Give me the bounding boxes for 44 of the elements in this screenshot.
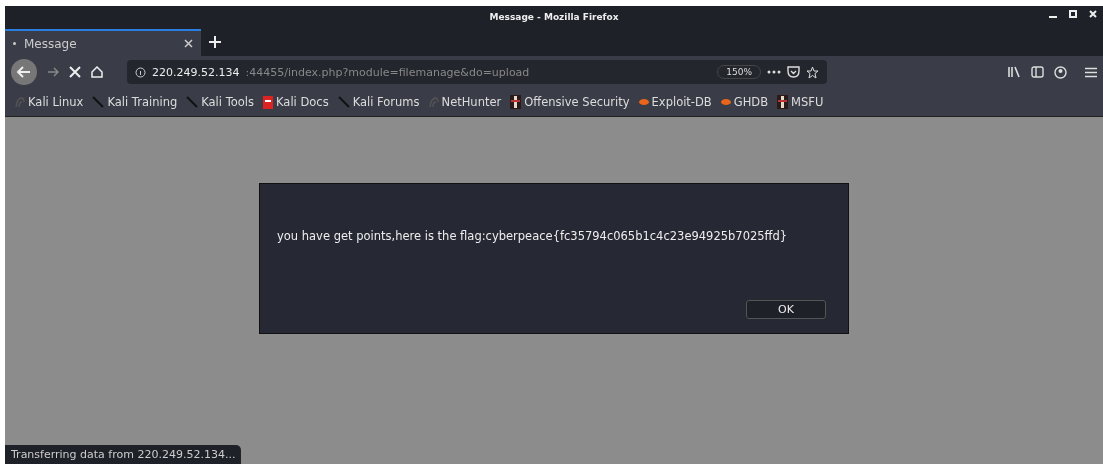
window-title: Message - Mozilla Firefox: [489, 12, 619, 22]
back-icon[interactable]: [11, 59, 37, 85]
bookmark[interactable]: Kali Docs: [263, 95, 329, 109]
more-icon[interactable]: [767, 70, 781, 74]
url-host: 220.249.52.134: [152, 65, 240, 79]
star-icon[interactable]: [806, 65, 819, 79]
account-icon[interactable]: [1054, 65, 1067, 79]
bookmark[interactable]: GHDB: [720, 95, 769, 109]
tower-icon: [777, 95, 789, 109]
pocket-icon[interactable]: [787, 66, 800, 78]
bookmark[interactable]: Exploit-DB: [638, 95, 712, 109]
bookmark[interactable]: Kali Forums: [337, 95, 420, 109]
status-bar: Transferring data from 220.249.52.134...: [5, 445, 242, 464]
dragon-icon: [15, 96, 25, 108]
sidebar-icon[interactable]: [1031, 66, 1044, 78]
home-icon[interactable]: [91, 66, 103, 78]
address-bar[interactable]: 220.249.52.134 :44455/index.php?module=filemanage&do=upload 150%: [127, 60, 827, 84]
bookmark[interactable]: Offensive Security: [510, 95, 630, 109]
bug-icon: [638, 98, 649, 106]
menu-icon[interactable]: [1085, 66, 1097, 78]
bookmark[interactable]: Kali Training: [92, 95, 178, 109]
browser-tab[interactable]: Message: [5, 29, 201, 56]
library-icon[interactable]: [1008, 66, 1021, 78]
tool-icon: [92, 96, 105, 108]
maximize-icon[interactable]: [1069, 10, 1077, 18]
stop-icon[interactable]: [69, 66, 81, 78]
bug-icon: [720, 98, 731, 106]
dialog-message: you have get points,here is the flag:cyberpeace{fc35794c065b1c4c23e94925b7025ffd}: [277, 229, 789, 245]
bookmark[interactable]: Kali Tools: [186, 95, 254, 109]
new-tab-icon[interactable]: [209, 36, 221, 48]
ok-button[interactable]: OK: [746, 300, 826, 319]
dragon-icon: [428, 96, 439, 108]
tool-icon: [186, 96, 199, 108]
url-path: :44455/index.php?module=filemanage&do=upload: [245, 65, 531, 79]
bookmark[interactable]: Kali Linux: [15, 95, 84, 109]
document-icon: [263, 95, 273, 109]
close-icon[interactable]: [184, 39, 193, 48]
bookmark[interactable]: MSFU: [777, 95, 824, 109]
tool-icon: [337, 96, 350, 108]
bookmark[interactable]: NetHunter: [428, 95, 502, 109]
tower-icon: [510, 95, 522, 109]
info-icon[interactable]: [135, 66, 146, 78]
forward-icon[interactable]: [47, 66, 59, 78]
loading-dot-icon: [13, 42, 16, 45]
